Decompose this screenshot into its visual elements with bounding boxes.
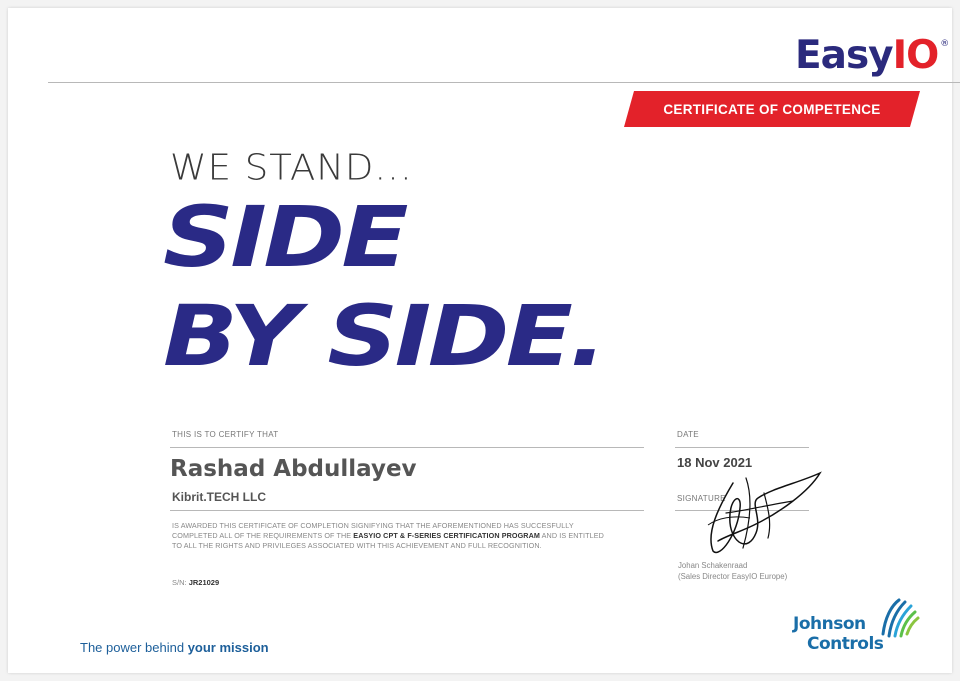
recipient-company: Kibrit.TECH LLC — [172, 490, 266, 504]
certificate-body-text: IS AWARDED THIS CERTIFICATE OF COMPLETIO… — [172, 521, 612, 551]
certificate-sheet: EasyIO ® CERTIFICATE OF COMPETENCE WE STA… — [8, 8, 960, 673]
certify-label: THIS IS TO CERTIFY THAT — [172, 430, 279, 439]
partner-line-1: Johnson — [793, 614, 866, 634]
recipient-name: Rashad Abdullayev — [170, 456, 417, 482]
signer-block: Johan Schakenraad (Sales Director EasyIO… — [678, 560, 787, 582]
logo-registered-mark: ® — [940, 39, 949, 49]
footer-text-1: The power behind — [80, 640, 188, 655]
certify-divider — [170, 447, 644, 448]
certificate-banner: CERTIFICATE OF COMPETENCE — [624, 91, 920, 127]
serial-number: S/N: JR21029 — [172, 578, 219, 587]
footer-text-2: your mission — [187, 640, 269, 655]
handwritten-signature — [707, 471, 822, 554]
banner-label: CERTIFICATE OF COMPETENCE — [663, 101, 881, 117]
partner-line-2: Controls — [807, 634, 884, 654]
footer-slogan: The power behind your mission — [80, 640, 269, 655]
header-divider — [48, 82, 960, 83]
headline-line-2: BY SIDE. — [163, 287, 607, 385]
date-divider — [675, 447, 809, 448]
program-name: EASYIO CPT & F-SERIES CERTIFICATION PROG… — [353, 531, 540, 540]
serial-label: S/N: — [172, 578, 187, 587]
johnson-controls-logo-text: Johnson Controls — [793, 614, 884, 654]
johnson-controls-swirl-icon — [881, 598, 920, 638]
easyio-logo: EasyIO ® — [795, 33, 949, 78]
headline-intro: WE STAND... — [170, 147, 413, 188]
signer-title: (Sales Director EasyIO Europe) — [678, 572, 788, 581]
logo-text-io: IO — [892, 33, 940, 78]
serial-value: JR21029 — [188, 578, 220, 587]
signer-name: Johan Schakenraad — [678, 561, 748, 570]
date-label: DATE — [677, 430, 699, 439]
headline-line-1: SIDE — [163, 188, 409, 286]
logo-text-easy: Easy — [795, 33, 894, 78]
company-divider — [170, 510, 644, 511]
